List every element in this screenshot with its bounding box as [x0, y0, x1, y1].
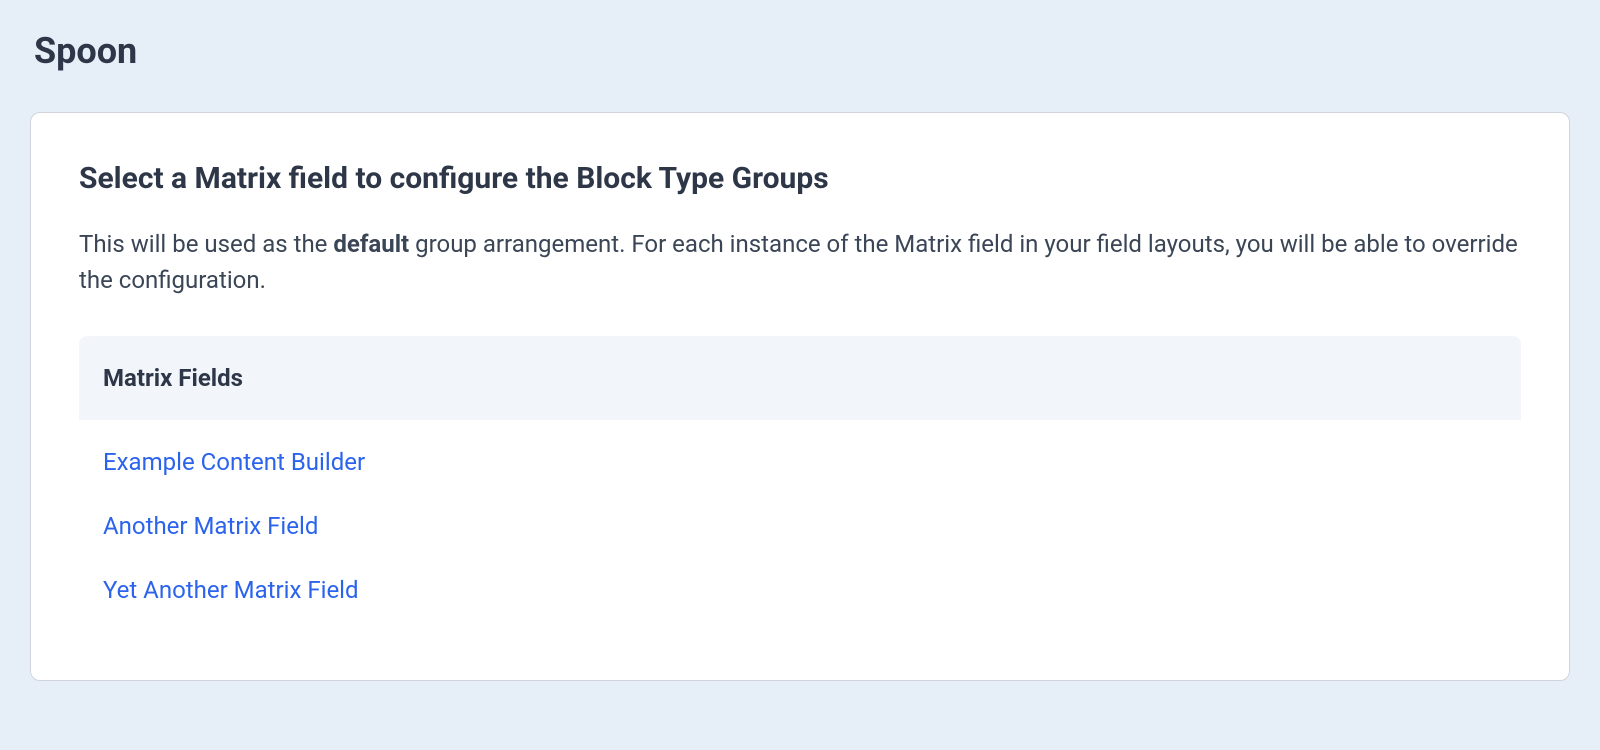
- settings-card: Select a Matrix field to configure the B…: [30, 112, 1570, 681]
- matrix-field-link[interactable]: Yet Another Matrix Field: [79, 558, 1521, 622]
- matrix-field-link[interactable]: Example Content Builder: [79, 430, 1521, 494]
- matrix-fields-list: Matrix Fields Example Content Builder An…: [79, 336, 1521, 632]
- matrix-field-link[interactable]: Another Matrix Field: [79, 494, 1521, 558]
- description-prefix: This will be used as the: [79, 230, 333, 258]
- page-title: Spoon: [30, 30, 1570, 72]
- list-items-container: Example Content Builder Another Matrix F…: [79, 420, 1521, 632]
- card-heading: Select a Matrix field to configure the B…: [79, 161, 1521, 196]
- description-bold: default: [333, 230, 409, 258]
- list-header: Matrix Fields: [79, 336, 1521, 420]
- card-description: This will be used as the default group a…: [79, 226, 1521, 298]
